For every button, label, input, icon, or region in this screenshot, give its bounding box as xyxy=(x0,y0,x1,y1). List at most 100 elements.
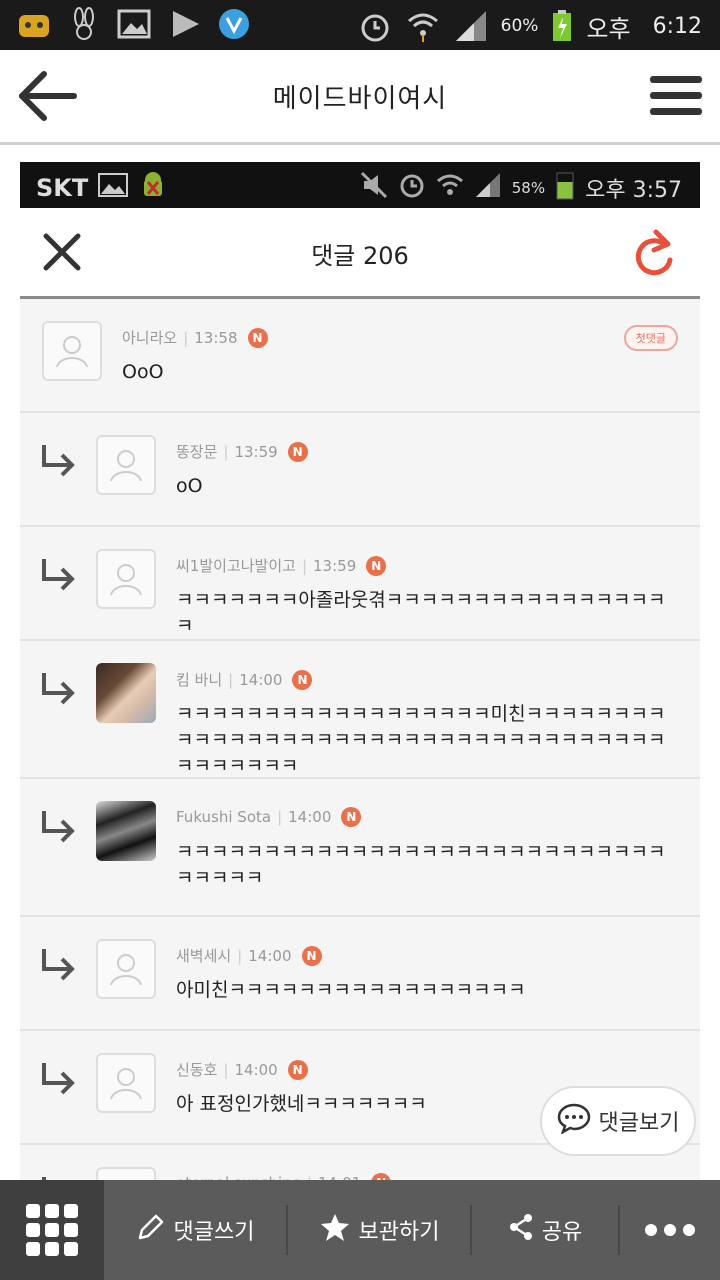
new-badge: N xyxy=(247,327,268,348)
avatar[interactable] xyxy=(96,549,156,609)
write-comment-button[interactable]: 댓글쓰기 xyxy=(104,1180,286,1280)
comment-time: 13:59 xyxy=(234,442,278,461)
clock: 6:12 xyxy=(652,13,702,39)
comments-header: 댓글 206 xyxy=(20,208,700,299)
separator: | xyxy=(223,442,229,461)
chat-bubble-icon xyxy=(557,1102,591,1140)
comment-text: ㅋㅋㅋㅋㅋㅋㅋㅋㅋㅋㅋㅋㅋㅋㅋㅋㅋㅋㅋㅋㅋㅋㅋㅋㅋㅋㅋㅋㅋㅋㅋㅋㅋ xyxy=(176,841,666,889)
battery-percent: 60% xyxy=(500,16,539,36)
star-icon xyxy=(319,1212,351,1248)
comment-author[interactable]: 씨1발이고나발이고 xyxy=(176,555,296,576)
new-badge: N xyxy=(341,807,362,827)
ampm: 오후 xyxy=(586,14,631,43)
inner-status-bar: SKT 58% 오후 3:57 xyxy=(20,162,700,208)
image-icon xyxy=(116,6,152,42)
bottom-toolbar: 댓글쓰기 보관하기 공유 xyxy=(0,1180,720,1280)
comment-author[interactable]: 킴 바니 xyxy=(176,669,222,690)
signal-icon xyxy=(474,171,502,205)
share-icon xyxy=(508,1212,534,1248)
view-comments-label: 댓글보기 xyxy=(598,1111,680,1136)
avatar[interactable] xyxy=(96,801,156,861)
avatar[interactable] xyxy=(96,1053,156,1113)
status-bar: 60% 오후 6:12 xyxy=(0,0,720,50)
reply-arrow-icon xyxy=(38,1059,78,1099)
avatar[interactable] xyxy=(42,321,102,381)
new-badge: N xyxy=(366,555,387,576)
comment-author[interactable]: 똥장문 xyxy=(176,441,217,462)
comment-row[interactable]: Fukushi Sota | 14:00 N ㅋㅋㅋㅋㅋㅋㅋㅋㅋㅋㅋㅋㅋㅋㅋㅋㅋㅋㅋㅋㅋ… xyxy=(20,779,700,917)
grid-menu-icon[interactable] xyxy=(0,1180,104,1280)
page-title: 메이드바이여시 xyxy=(272,84,448,114)
signal-icon xyxy=(453,8,489,44)
new-badge: N xyxy=(301,945,322,966)
new-badge: N xyxy=(287,441,308,462)
comment-list: 아니라오 | 13:58 N OoO 첫댓글똥장문 | 13:59 NoO 씨1발이고나발이고 | 1… xyxy=(20,299,700,1182)
save-button[interactable]: 보관하기 xyxy=(288,1180,470,1280)
hamburger-menu-icon[interactable] xyxy=(650,74,702,118)
more-button[interactable] xyxy=(620,1180,720,1280)
play-icon xyxy=(166,6,202,42)
comment-time: 14:00 xyxy=(234,1060,278,1079)
pencil-icon xyxy=(136,1212,166,1248)
clock: 오후 3:57 xyxy=(585,178,682,203)
first-comment-badge: 첫댓글 xyxy=(623,325,678,351)
alarm-icon xyxy=(357,8,393,44)
reply-arrow-icon xyxy=(38,807,78,847)
separator: | xyxy=(183,328,189,347)
comment-text: 아미친ㅋㅋㅋㅋㅋㅋㅋㅋㅋㅋㅋㅋㅋㅋㅋㅋㅋ xyxy=(176,979,526,1001)
comment-time: 13:58 xyxy=(194,328,238,347)
wifi-icon xyxy=(405,8,441,44)
reply-arrow-icon xyxy=(38,441,78,481)
comment-time: 14:00 xyxy=(248,946,292,965)
reply-arrow-icon xyxy=(38,555,78,595)
separator: | xyxy=(223,1060,229,1079)
comment-row[interactable]: 새벽세시 | 14:00 N 아미친ㅋㅋㅋㅋㅋㅋㅋㅋㅋㅋㅋㅋㅋㅋㅋㅋㅋ xyxy=(20,917,700,1031)
comment-author[interactable]: 신동호 xyxy=(176,1059,217,1080)
avatar[interactable] xyxy=(96,435,156,495)
new-badge: N xyxy=(287,1059,308,1080)
rabbit-icon xyxy=(66,6,102,42)
save-label: 보관하기 xyxy=(358,1220,440,1245)
view-comments-button[interactable]: 댓글보기 xyxy=(540,1086,696,1156)
share-button[interactable]: 공유 xyxy=(472,1180,618,1280)
kakao-icon xyxy=(16,6,52,42)
wifi-icon xyxy=(436,171,464,205)
separator: | xyxy=(228,670,234,689)
comment-author[interactable]: 새벽세시 xyxy=(176,945,231,966)
share-label: 공유 xyxy=(541,1220,583,1245)
comment-row[interactable]: 아니라오 | 13:58 N OoO 첫댓글 xyxy=(20,299,700,413)
separator: | xyxy=(237,946,243,965)
mute-icon xyxy=(360,171,388,205)
new-badge: N xyxy=(292,669,313,690)
comment-row[interactable]: 킴 바니 | 14:00 N ㅋㅋㅋㅋㅋㅋㅋㅋㅋㅋㅋㅋㅋㅋㅋㅋㅋㅋ미친ㅋㅋㅋㅋㅋㅋㅋㅋㅋ… xyxy=(20,641,700,779)
battery-percent: 58% xyxy=(511,179,546,197)
carrier-label: SKT xyxy=(36,174,89,202)
comment-text: oO xyxy=(176,475,203,497)
android-icon xyxy=(138,170,168,206)
battery-icon xyxy=(550,8,574,44)
comment-author[interactable]: Fukushi Sota xyxy=(176,808,271,826)
more-dots-icon xyxy=(644,1218,696,1243)
avatar[interactable] xyxy=(96,939,156,999)
comment-text: ㅋㅋㅋㅋㅋㅋㅋㅋㅋㅋㅋㅋㅋㅋㅋㅋㅋㅋ미친ㅋㅋㅋㅋㅋㅋㅋㅋㅋㅋㅋㅋㅋㅋㅋㅋㅋㅋㅋㅋ… xyxy=(176,703,666,777)
comments-title: 댓글 206 xyxy=(311,242,409,270)
alarm-icon xyxy=(398,171,426,205)
refresh-icon[interactable] xyxy=(634,228,678,278)
v-app-icon xyxy=(216,6,252,42)
avatar[interactable] xyxy=(96,663,156,723)
comment-row[interactable]: 똥장문 | 13:59 NoO xyxy=(20,413,700,527)
comment-time: 13:59 xyxy=(313,556,357,575)
reply-arrow-icon xyxy=(38,669,78,709)
comment-author[interactable]: 아니라오 xyxy=(122,327,177,348)
write-comment-label: 댓글쓰기 xyxy=(173,1220,255,1245)
battery-icon xyxy=(555,170,575,206)
comment-time: 14:00 xyxy=(288,808,332,826)
reply-arrow-icon xyxy=(38,945,78,985)
separator: | xyxy=(277,808,283,826)
image-icon xyxy=(98,172,129,204)
separator: | xyxy=(301,556,308,575)
comment-text: ㅋㅋㅋㅋㅋㅋㅋ아졸라웃겪ㅋㅋㅋㅋㅋㅋㅋㅋㅋㅋㅋㅋㅋㅋㅋㅋㅋ xyxy=(176,589,666,637)
app-header: 메이드바이여시 xyxy=(0,50,720,145)
comment-text: OoO xyxy=(122,361,164,383)
comment-row[interactable]: 씨1발이고나발이고 | 13:59 N ㅋㅋㅋㅋㅋㅋㅋ아졸라웃겪ㅋㅋㅋㅋㅋㅋㅋㅋㅋㅋㅋㅋ… xyxy=(20,527,700,641)
